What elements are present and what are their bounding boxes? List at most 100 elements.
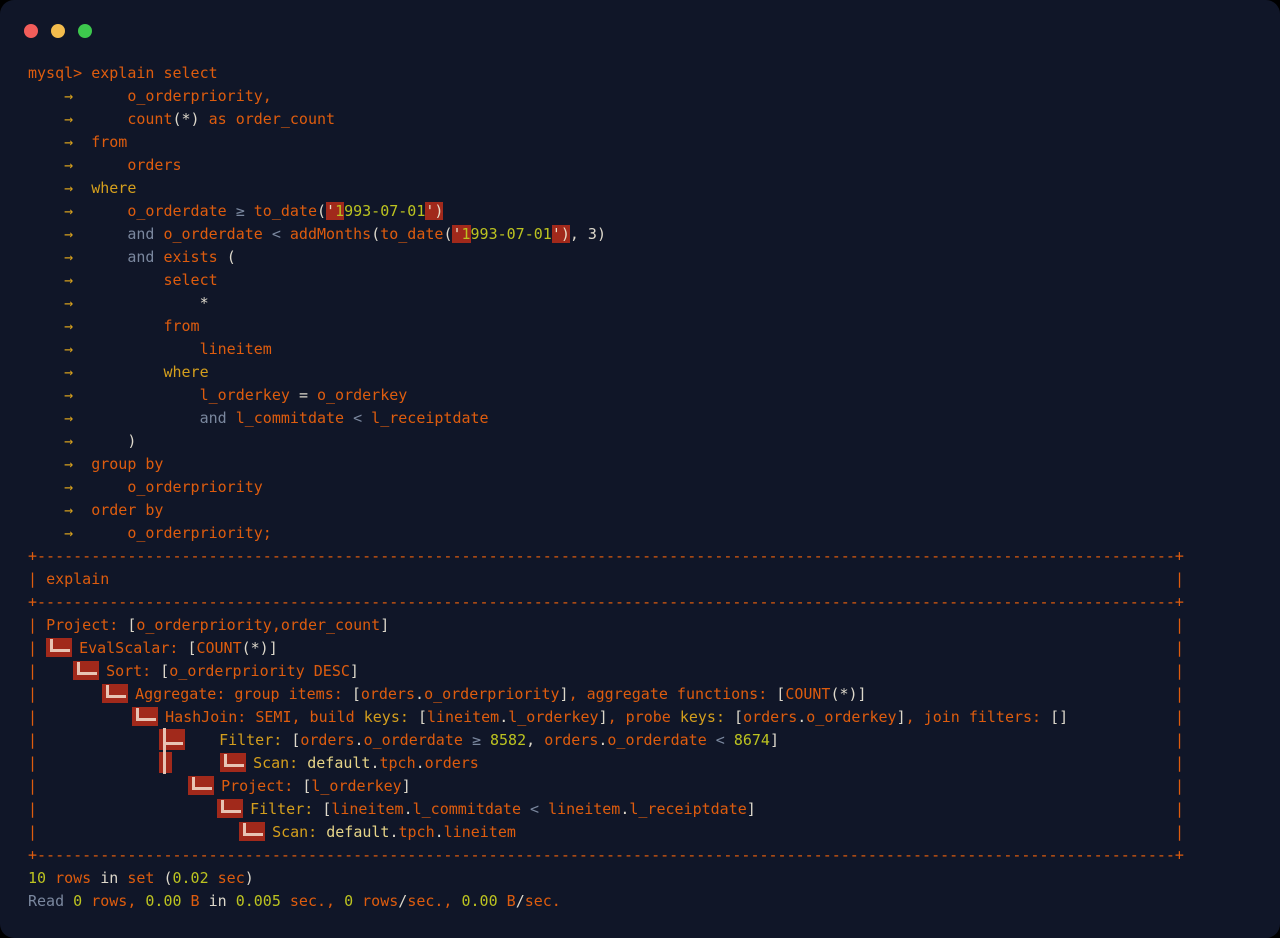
table-header-label: explain <box>46 570 109 588</box>
token: rows, <box>82 892 136 910</box>
token: 8674 <box>734 731 770 749</box>
token: < <box>353 409 362 427</box>
continuation-arrow-icon: → <box>64 455 73 473</box>
token: [ <box>322 800 331 818</box>
table-border: +---------------------------------------… <box>28 547 1184 565</box>
token: lineitem <box>91 340 272 358</box>
token <box>73 501 91 519</box>
explain-result-table: +---------------------------------------… <box>28 545 1270 867</box>
token: 1 <box>462 225 471 243</box>
token: . <box>797 708 806 726</box>
table-left-border: | <box>28 777 46 795</box>
token <box>28 110 64 128</box>
token: orders <box>743 708 797 726</box>
token: orders <box>91 156 181 174</box>
token: l_orderkey <box>91 386 299 404</box>
maximize-button[interactable] <box>78 24 92 38</box>
token <box>28 524 64 542</box>
sql-line: → where <box>28 177 1270 200</box>
token: to_date <box>245 202 317 220</box>
token: select <box>91 271 217 289</box>
token: o_orderdate <box>91 202 236 220</box>
token: B <box>498 892 516 910</box>
close-button[interactable] <box>24 24 38 38</box>
token: as order_count <box>200 110 335 128</box>
token: ') <box>425 202 443 220</box>
token <box>28 87 64 105</box>
token: 993-07-01 <box>344 202 425 220</box>
mysql-prompt: mysql> <box>28 64 91 82</box>
table-left-border: | <box>28 708 46 726</box>
token: o_orderkey <box>806 708 896 726</box>
table-left-border: | <box>28 800 46 818</box>
continuation-arrow-icon: → <box>64 294 73 312</box>
token <box>28 133 64 151</box>
token: sec. <box>525 892 561 910</box>
continuation-arrow-icon: → <box>64 363 73 381</box>
window-titlebar[interactable] <box>0 0 1280 52</box>
token: . <box>499 708 508 726</box>
token <box>73 225 91 243</box>
sql-line: → select <box>28 269 1270 292</box>
token: 0.005 <box>227 892 281 910</box>
token: < <box>272 225 281 243</box>
token: orders <box>544 731 598 749</box>
token: [ <box>776 685 785 703</box>
table-right-border: | <box>1175 706 1184 729</box>
token <box>73 524 91 542</box>
token: ] <box>897 708 906 726</box>
minimize-button[interactable] <box>51 24 65 38</box>
tree-pipe-icon <box>159 752 172 773</box>
status-block: 10 rows in set (0.02 sec)Read 0 rows, 0.… <box>28 867 1270 913</box>
token: lineitem <box>539 800 620 818</box>
terminal-window: mysql> explain select → o_orderpriority,… <box>0 0 1280 938</box>
tree-elbow-icon <box>188 776 214 795</box>
sql-line: → from <box>28 131 1270 154</box>
token: rows <box>46 869 91 887</box>
status-line: Read 0 rows, 0.00 B in 0.005 sec., 0 row… <box>28 890 1270 913</box>
token: o_orderpriority,order_count <box>136 616 380 634</box>
table-border: +---------------------------------------… <box>28 593 1184 611</box>
token: o_orderdate <box>607 731 715 749</box>
token: where <box>91 363 208 381</box>
token: where <box>91 179 136 197</box>
token: Project: <box>221 777 302 795</box>
token: ) <box>245 869 254 887</box>
token: ') <box>552 225 570 243</box>
token: EvalScalar: <box>79 639 187 657</box>
continuation-arrow-icon: → <box>64 110 73 128</box>
token: l_orderkey <box>311 777 401 795</box>
token <box>28 294 64 312</box>
token: Aggregate: group items: <box>135 685 352 703</box>
plan-row: | Aggregate: group items: [orders.o_orde… <box>28 683 1270 706</box>
token <box>192 744 219 745</box>
token: and <box>91 248 154 266</box>
token: ] <box>599 708 608 726</box>
tree-elbow-icon <box>239 822 265 841</box>
token: and <box>91 409 226 427</box>
token <box>73 478 91 496</box>
token: [ <box>160 662 169 680</box>
tree-elbow-icon <box>217 799 243 818</box>
token: , probe <box>608 708 680 726</box>
table-right-border: | <box>1175 568 1184 591</box>
continuation-arrow-icon: → <box>64 133 73 151</box>
token: explain select <box>91 64 217 82</box>
table-left-border: | <box>28 731 46 749</box>
token <box>73 432 91 450</box>
token: ( <box>227 248 236 266</box>
sql-line: → group by <box>28 453 1270 476</box>
sql-line: → o_orderpriority, <box>28 85 1270 108</box>
token <box>28 478 64 496</box>
token: default <box>326 823 389 841</box>
token <box>28 340 64 358</box>
sql-line: → and o_orderdate < addMonths(to_date('1… <box>28 223 1270 246</box>
table-left-border: | <box>28 754 46 772</box>
continuation-arrow-icon: → <box>64 248 73 266</box>
token: exists <box>154 248 226 266</box>
token: Scan: <box>253 754 307 772</box>
token: ] <box>380 616 389 634</box>
token: sec., <box>281 892 335 910</box>
token <box>73 317 91 335</box>
sql-line: → order by <box>28 499 1270 522</box>
